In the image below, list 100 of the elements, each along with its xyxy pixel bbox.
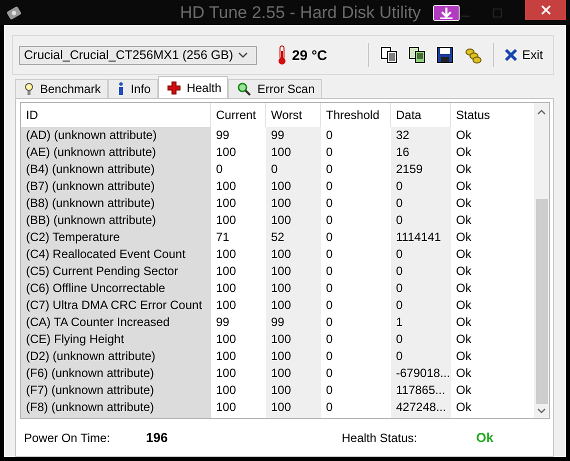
table-cell: (AE) (unknown attribute): [21, 144, 211, 161]
table-cell: 100: [266, 178, 321, 195]
table-cell: 0: [391, 195, 451, 212]
table-cell: (D2) (unknown attribute): [21, 348, 211, 365]
close-icon: [540, 5, 551, 15]
table-cell: 1114141: [391, 229, 451, 246]
table-cell: (B8) (unknown attribute): [21, 195, 211, 212]
table-cell-text: 0: [325, 246, 334, 263]
table-cell-text: Ok: [455, 229, 472, 246]
table-cell: 16: [391, 144, 451, 161]
table-cell: 99: [266, 314, 321, 331]
table-cell-text: Ok: [455, 399, 472, 416]
table-cell-text: 99: [215, 314, 230, 331]
table-cell: 100: [266, 382, 321, 399]
table-cell: (B4) (unknown attribute): [21, 161, 211, 178]
table-cell: (C6) Offline Uncorrectable: [21, 280, 211, 297]
table-cell-text: 100: [215, 212, 238, 229]
table-cell-text: 0: [325, 365, 334, 382]
table-cell: 0: [391, 280, 451, 297]
table-cell-text: 0: [325, 314, 334, 331]
cross-icon: [166, 80, 181, 94]
table-cell-text: Ok: [455, 348, 472, 365]
table-cell: 100: [266, 280, 321, 297]
table-cell-text: 0: [325, 331, 334, 348]
table-cell: 427248...: [391, 399, 451, 416]
table-cell: (F8) (unknown attribute): [21, 399, 211, 416]
scroll-up-icon[interactable]: [537, 109, 546, 115]
table-cell-text: 100: [215, 178, 238, 195]
table-cell-text: 100: [215, 348, 238, 365]
health-status-value: Ok: [476, 430, 494, 445]
table-cell-text: 100: [215, 365, 238, 382]
scrollbar-thumb[interactable]: [536, 199, 548, 404]
exit-button[interactable]: Exit: [500, 46, 547, 64]
table-cell-text: 0: [325, 127, 334, 144]
table-cell: 1: [391, 314, 451, 331]
table-cell: 0: [391, 212, 451, 229]
table-cell-text: Ok: [455, 297, 472, 314]
table-cell-text: 0: [325, 161, 334, 178]
coins-icon[interactable]: [464, 46, 482, 64]
table-cell-text: Ok: [455, 365, 472, 382]
table-cell: (CA) TA Counter Increased: [21, 314, 211, 331]
table-cell-text: Ok: [455, 280, 472, 297]
table-cell-text: 100: [215, 144, 238, 161]
table-cell: 0: [391, 263, 451, 280]
close-button[interactable]: [525, 0, 566, 20]
table-cell-text: 0: [325, 229, 334, 246]
table-cell: 100: [266, 263, 321, 280]
table-cell: (F6) (unknown attribute): [21, 365, 211, 382]
table-cell-text: 0: [325, 382, 334, 399]
scroll-down-icon[interactable]: [537, 408, 546, 414]
table-cell-text: 100: [215, 382, 238, 399]
table-cell: (F7) (unknown attribute): [21, 382, 211, 399]
table-cell-text: 0: [325, 348, 334, 365]
table-cell-text: 100: [215, 246, 238, 263]
table-cell-text: 0: [325, 399, 334, 416]
drive-dropdown[interactable]: Crucial_Crucial_CT256MX1 (256 GB): [19, 46, 257, 64]
table-cell: (C5) Current Pending Sector: [21, 263, 211, 280]
table-cell-text: Ok: [455, 331, 472, 348]
table-cell: 0: [391, 178, 451, 195]
table-cell: 0: [266, 161, 321, 178]
table-cell: 0: [391, 331, 451, 348]
table-cell-text: Ok: [455, 144, 472, 161]
table-cell: 100: [266, 365, 321, 382]
info-icon: [116, 82, 125, 96]
table-cell: 100: [266, 297, 321, 314]
tab[interactable]: Error Scan: [228, 79, 322, 98]
table-cell-text: Ok: [455, 263, 472, 280]
tab[interactable]: Info: [108, 79, 158, 98]
close-icon: [504, 48, 518, 62]
copy-all-icon[interactable]: [408, 46, 426, 64]
table-cell: 99: [266, 127, 321, 144]
table-cell-text: 100: [215, 280, 238, 297]
table-cell: 100: [266, 195, 321, 212]
table-cell-text: 100: [215, 263, 238, 280]
power-on-time-value: 196: [146, 430, 168, 445]
table-cell-text: 0: [325, 297, 334, 314]
table-cell: 100: [266, 144, 321, 161]
copy-icon[interactable]: [380, 46, 398, 64]
table-cell: 2159: [391, 161, 451, 178]
table-cell: (C2) Temperature: [21, 229, 211, 246]
table-cell: (C7) Ultra DMA CRC Error Count: [21, 297, 211, 314]
table-cell: (BB) (unknown attribute): [21, 212, 211, 229]
table-cell-text: 71: [215, 229, 230, 246]
table-cell-text: Ok: [455, 178, 472, 195]
table-cell: (B7) (unknown attribute): [21, 178, 211, 195]
table-cell-text: 0: [325, 263, 334, 280]
table-cell-text: 0: [325, 212, 334, 229]
tab[interactable]: Benchmark: [15, 79, 108, 98]
table-cell-text: 0: [325, 144, 334, 161]
caret-icon: [238, 52, 248, 58]
table-cell: 100: [266, 212, 321, 229]
table-cell-text: 100: [215, 399, 238, 416]
table-cell-text: 100: [215, 331, 238, 348]
table-cell-text: 0: [325, 195, 334, 212]
tab[interactable]: Health: [158, 76, 228, 98]
health-status-label: Health Status:: [342, 430, 418, 444]
scrollbar[interactable]: [534, 103, 549, 418]
table-cell-text: 99: [215, 127, 230, 144]
magnifier-icon: [237, 82, 252, 96]
table-cell-text: Ok: [455, 314, 472, 331]
